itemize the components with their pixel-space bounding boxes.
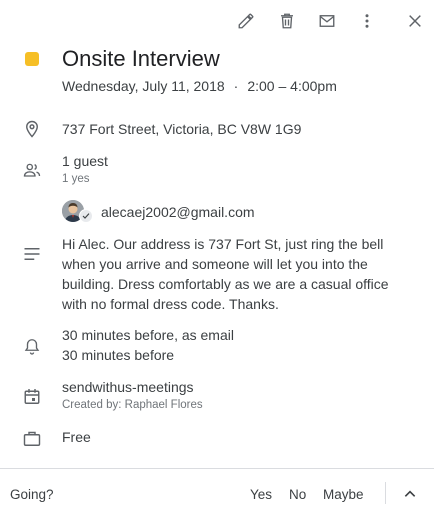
rsvp-no-button[interactable]: No: [289, 487, 306, 502]
event-date: Wednesday, July 11, 2018: [62, 78, 225, 94]
footer-divider: [0, 468, 434, 469]
reminder-item: 30 minutes before: [62, 347, 175, 363]
chevron-up-icon: [404, 490, 416, 497]
description-icon: [22, 244, 42, 264]
accepted-check-icon: [79, 209, 93, 223]
notifications-icon: [22, 336, 42, 356]
going-label: Going?: [10, 487, 54, 502]
close-button[interactable]: [402, 8, 428, 34]
edit-button[interactable]: [233, 8, 259, 34]
rsvp-maybe-button[interactable]: Maybe: [323, 487, 364, 502]
event-datetime: Wednesday, July 11, 2018 · 2:00 – 4:00pm: [62, 78, 337, 94]
calendar-name: sendwithus-meetings: [62, 379, 194, 395]
event-time: 2:00 – 4:00pm: [247, 78, 337, 94]
edit-icon: [238, 13, 254, 29]
location-icon: [22, 119, 42, 139]
more-options-button[interactable]: [354, 8, 380, 34]
created-by: Created by: Raphael Flores: [62, 399, 203, 411]
availability-status: Free: [62, 429, 91, 445]
calendar-icon: [22, 386, 42, 406]
datetime-separator: ·: [233, 78, 239, 94]
email-guests-button[interactable]: [314, 8, 340, 34]
expand-button[interactable]: [400, 484, 420, 504]
guest-count: 1 guest: [62, 153, 108, 169]
event-toolbar: [233, 8, 428, 34]
rsvp-yes-button[interactable]: Yes: [250, 487, 272, 502]
guests-icon: [22, 160, 42, 180]
reminder-item: 30 minutes before, as email: [62, 327, 234, 343]
event-color-indicator: [25, 52, 39, 66]
delete-button[interactable]: [274, 8, 300, 34]
event-description: Hi Alec. Our address is 737 Fort St, jus…: [62, 236, 389, 312]
footer-separator: [385, 482, 386, 504]
event-location[interactable]: 737 Fort Street, Victoria, BC V8W 1G9: [62, 121, 301, 137]
guest-response-summary: 1 yes: [62, 173, 90, 185]
email-icon: [319, 15, 335, 27]
event-title: Onsite Interview: [62, 46, 220, 71]
more-vert-icon: [365, 14, 369, 28]
close-icon: [409, 15, 421, 27]
guest-email[interactable]: alecaej2002@gmail.com: [101, 204, 255, 220]
delete-icon: [281, 13, 293, 29]
briefcase-icon: [22, 428, 42, 448]
